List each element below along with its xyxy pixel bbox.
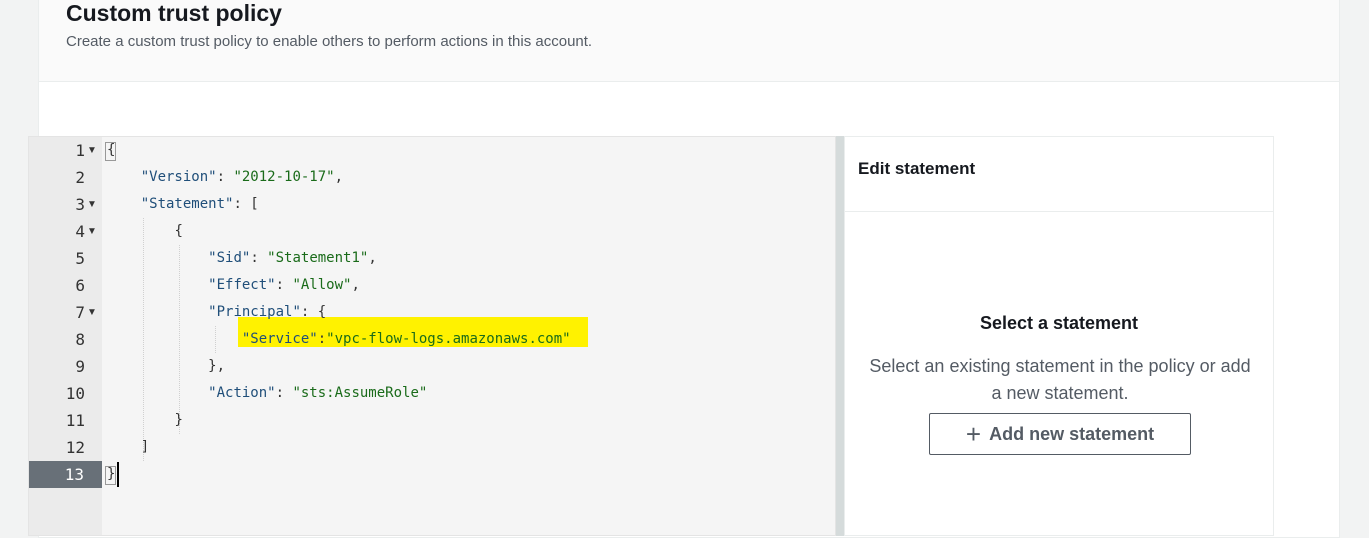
line-number: 5 — [75, 249, 85, 268]
code-line-1: { — [107, 137, 115, 164]
line-number: 8 — [75, 330, 85, 349]
line-number: 4 — [75, 222, 85, 241]
edit-statement-header: Edit statement — [845, 137, 1273, 212]
fold-arrow-icon[interactable]: ▼ — [85, 218, 99, 245]
code-token: : { — [300, 304, 327, 320]
empty-state-description: Select an existing statement in the poli… — [869, 356, 1251, 403]
code-line-4: { — [107, 218, 183, 245]
edit-statement-title: Edit statement — [858, 159, 976, 178]
code-token: : — [317, 331, 327, 347]
code-line-13: } — [107, 461, 115, 488]
code-key: "Statement" — [140, 196, 234, 212]
code-key: "Action" — [208, 385, 276, 401]
code-line-5: "Sid": "Statement1", — [107, 245, 377, 272]
line-number: 2 — [75, 168, 85, 187]
code-line-7: "Principal": { — [107, 299, 326, 326]
line-number: 1 — [75, 141, 85, 160]
add-new-statement-button[interactable]: + Add new statement — [929, 413, 1191, 455]
code-line-6: "Effect": "Allow", — [107, 272, 360, 299]
code-token: { — [174, 223, 183, 239]
page-title: Custom trust policy — [66, 0, 282, 26]
code-value: "Statement1" — [267, 250, 369, 266]
code-line-8: "Service":"vpc-flow-logs.amazonaws.com" — [107, 326, 571, 353]
code-token: : — [275, 277, 293, 293]
code-token: , — [351, 277, 360, 293]
code-token: , — [368, 250, 377, 266]
code-key: "Version" — [140, 169, 217, 185]
code-line-10: "Action": "sts:AssumeRole" — [107, 380, 427, 407]
code-token: }, — [208, 358, 226, 374]
code-key: "Effect" — [208, 277, 276, 293]
code-key: "Service" — [241, 331, 318, 347]
code-value: "Allow" — [292, 277, 352, 293]
code-value: "sts:AssumeRole" — [292, 385, 428, 401]
code-token: : — [216, 169, 234, 185]
code-line-12: ] — [107, 434, 149, 461]
code-token: ] — [140, 439, 150, 455]
code-token: } — [107, 466, 116, 482]
code-line-2: "Version": "2012-10-17", — [107, 164, 343, 191]
fold-arrow-icon[interactable]: ▼ — [85, 137, 99, 164]
code-token: { — [107, 142, 116, 158]
code-token: : — [250, 250, 268, 266]
line-number: 6 — [75, 276, 85, 295]
code-value: "vpc-flow-logs.amazonaws.com" — [326, 331, 571, 347]
code-token: : — [275, 385, 293, 401]
panel-splitter-handle[interactable] — [836, 136, 844, 536]
text-cursor — [117, 462, 119, 487]
fold-arrow-icon[interactable]: ▼ — [85, 299, 99, 326]
panel-header: Custom trust policy Create a custom trus… — [39, 0, 1339, 82]
plus-icon: + — [965, 419, 982, 449]
line-number: 12 — [65, 438, 85, 457]
page-description: Create a custom trust policy to enable o… — [66, 33, 593, 50]
code-line-11: } — [107, 407, 183, 434]
code-key: "Sid" — [208, 250, 251, 266]
code-value: "2012-10-17" — [233, 169, 335, 185]
line-number: 3 — [75, 195, 85, 214]
line-number-active: 13 — [29, 461, 102, 488]
line-number: 11 — [65, 411, 85, 430]
empty-state-title: Select a statement — [979, 313, 1139, 333]
code-key: "Principal" — [208, 304, 301, 320]
line-number: 7 — [75, 303, 85, 322]
add-new-statement-label: Add new statement — [989, 423, 1155, 444]
policy-code-editor[interactable]: 1 2 3 4 5 6 7 8 9 10 11 12 13 ▼ ▼ ▼ ▼ { … — [28, 136, 836, 536]
line-number: 9 — [75, 357, 85, 376]
code-line-9: }, — [107, 353, 225, 380]
code-token: : [ — [233, 196, 259, 212]
code-line-3: "Statement": [ — [107, 191, 259, 218]
code-token: } — [174, 412, 183, 428]
line-number: 10 — [65, 384, 85, 403]
fold-arrow-icon[interactable]: ▼ — [85, 191, 99, 218]
edit-statement-panel: Edit statement Select a statement Select… — [844, 136, 1274, 536]
code-token: , — [334, 169, 344, 185]
